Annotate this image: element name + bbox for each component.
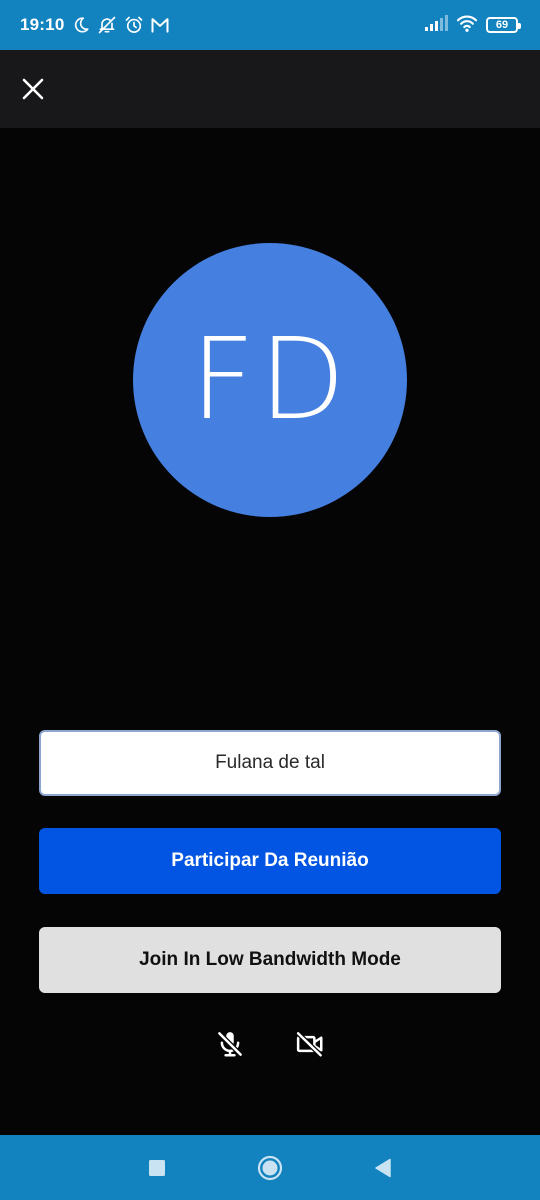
status-right: 69	[424, 14, 521, 37]
status-notification-icons	[72, 15, 170, 35]
avatar-initials: FD	[190, 315, 350, 445]
recents-icon	[148, 1159, 165, 1176]
battery-icon: 69	[486, 17, 521, 33]
status-left: 19:10	[20, 15, 170, 35]
notifications-off-icon	[96, 15, 118, 35]
join-meeting-button[interactable]: Participar Da Reunião	[39, 828, 501, 894]
back-icon	[375, 1158, 392, 1177]
display-name-input[interactable]	[39, 730, 501, 796]
media-controls	[0, 1024, 540, 1064]
battery-level: 69	[495, 19, 509, 31]
status-bar: 19:10 69	[0, 0, 540, 50]
moon-icon	[72, 16, 90, 34]
home-button[interactable]	[250, 1148, 290, 1188]
status-time: 19:10	[20, 15, 65, 34]
gmail-icon	[150, 16, 170, 34]
signal-icon	[424, 14, 448, 36]
wifi-icon	[456, 14, 478, 37]
close-button[interactable]	[18, 74, 48, 104]
join-low-bandwidth-button[interactable]: Join In Low Bandwidth Mode	[39, 927, 501, 993]
back-button[interactable]	[363, 1148, 403, 1188]
mic-off-icon	[216, 1030, 244, 1058]
video-off-icon	[295, 1030, 324, 1058]
home-icon	[257, 1155, 283, 1180]
close-icon	[22, 78, 44, 100]
camera-toggle-button[interactable]	[294, 1028, 326, 1060]
mic-toggle-button[interactable]	[214, 1028, 246, 1060]
system-nav-bar	[0, 1135, 540, 1200]
avatar: FD	[133, 243, 407, 517]
recents-button[interactable]	[137, 1148, 177, 1188]
toolbar	[0, 50, 540, 128]
alarm-icon	[124, 15, 144, 35]
